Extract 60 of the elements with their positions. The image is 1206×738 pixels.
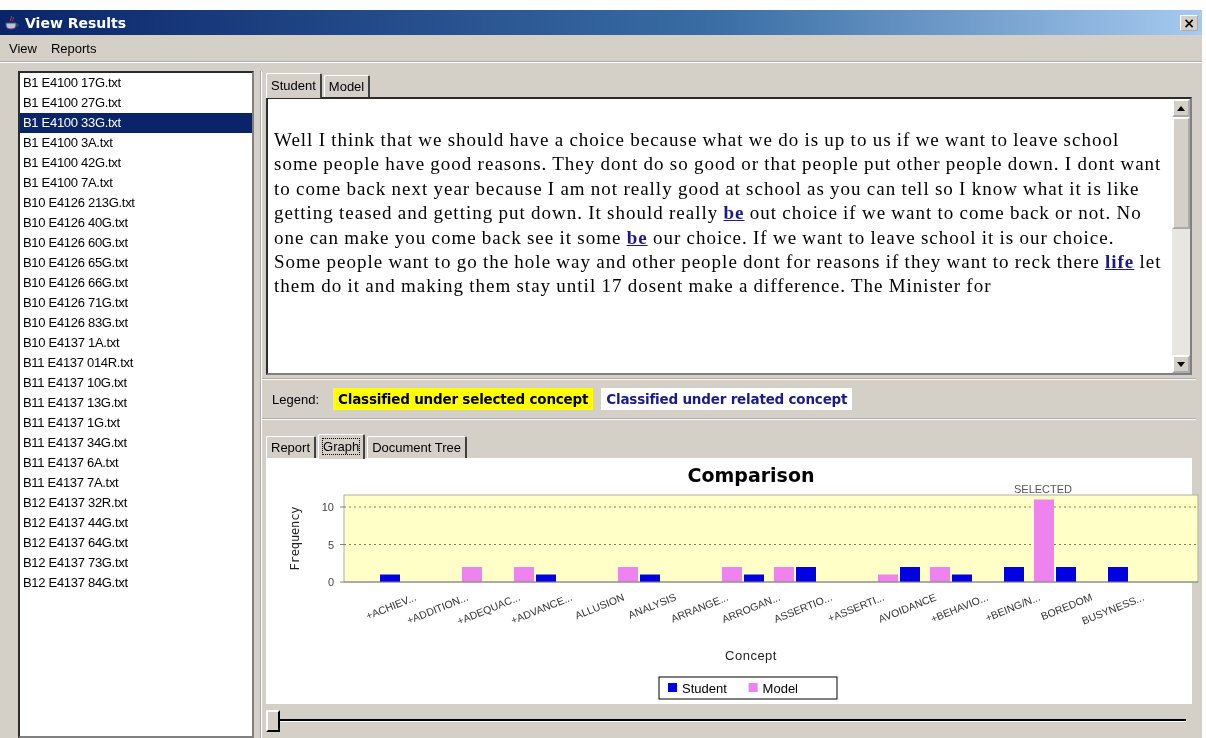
axis-tick-label: 0 [327, 576, 334, 588]
file-list-item[interactable]: B12 E4137 64G.txt [20, 533, 252, 553]
scroll-down-icon [1177, 361, 1185, 367]
slider[interactable] [266, 710, 1186, 732]
menu-item[interactable]: Reports [45, 38, 102, 58]
file-list-item[interactable]: B12 E4137 32R.txt [20, 493, 252, 513]
axis-title: Frequency [288, 506, 302, 571]
file-list-item[interactable]: B10 E4126 65G.txt [20, 253, 252, 273]
legend-label: Legend: [272, 391, 319, 407]
slider-thumb[interactable] [266, 710, 280, 732]
bar [744, 574, 764, 582]
file-list-item[interactable]: B11 E4137 014R.txt [20, 353, 252, 373]
chart-annotation: SELECTED [1013, 483, 1073, 495]
file-list-item[interactable]: B12 E4137 44G.txt [20, 513, 252, 533]
axis-tick-label: 5 [327, 538, 334, 551]
tab[interactable]: Model [323, 75, 371, 97]
axis-tick-label: 10 [321, 501, 334, 513]
tab[interactable]: Graph [318, 434, 366, 459]
file-list-item[interactable]: B1 E4100 17G.txt [20, 73, 252, 93]
file-list-item[interactable]: B12 E4137 84G.txt [20, 573, 252, 593]
menu-item[interactable]: View [4, 38, 42, 58]
file-list-item[interactable]: B1 E4100 27G.txt [20, 93, 252, 113]
file-list-item[interactable]: B11 E4137 34G.txt [20, 433, 252, 453]
file-list-item[interactable]: B11 E4137 7A.txt [20, 473, 252, 493]
legend-label: Student [682, 681, 728, 696]
legend-label: Model [762, 681, 799, 696]
document-text: Well I think that we should have a choice because what we do is up to us if we want to leave school some people have good reasons. They dont do so good or that people put other people down. I dont want to come back next year because I am not really good at school as you can tell so I know what it is like getting teased and getting put down. It should really be out choice if we want to come back or not. No one can make you come back see it some be our choice. If we want to leave school it is our choice. Some people want to go the hole way and other people dont for reasons if they want to reck there life let them do it and making them stay until 17 dosent make a difference. The Minister for [273, 128, 1163, 299]
legend-entry: Classified under related concept [601, 388, 853, 410]
bar [878, 574, 898, 582]
bar [380, 574, 400, 582]
scrollbar[interactable] [1172, 99, 1190, 373]
file-list-item[interactable]: B10 E4137 1A.txt [20, 333, 252, 353]
file-list-item[interactable]: B10 E4126 213G.txt [20, 193, 252, 213]
tab[interactable]: Report [266, 436, 317, 458]
file-list-item[interactable]: B11 E4137 13G.txt [20, 393, 252, 413]
file-list-item[interactable]: B1 E4100 33G.txt [20, 113, 252, 133]
file-list-item[interactable]: B1 E4100 7A.txt [20, 173, 252, 193]
file-list-item[interactable]: B10 E4126 60G.txt [20, 233, 252, 253]
bar [952, 574, 972, 582]
legend-entry: Classified under selected concept [333, 388, 594, 410]
file-list-item[interactable]: B10 E4126 40G.txt [20, 213, 252, 233]
scroll-up-icon [1177, 105, 1185, 111]
file-list-item[interactable]: B11 E4137 1G.txt [20, 413, 252, 433]
coffee-cup-icon [4, 14, 20, 31]
chart-title: Comparison [687, 464, 815, 486]
file-list-item[interactable]: B11 E4137 6A.txt [20, 453, 252, 473]
bar [640, 574, 660, 582]
file-list-item[interactable]: B10 E4126 71G.txt [20, 293, 252, 313]
file-list-item[interactable]: B12 E4137 73G.txt [20, 553, 252, 573]
file-list-item[interactable]: B1 E4100 42G.txt [20, 153, 252, 173]
close-button[interactable]: × [1180, 14, 1198, 31]
tab[interactable]: Document Tree [367, 436, 468, 458]
axis-title: Concept [725, 648, 777, 663]
file-list-item[interactable]: B11 E4137 10G.txt [20, 373, 252, 393]
bar [536, 574, 556, 582]
file-list-item[interactable]: B10 E4126 83G.txt [20, 313, 252, 333]
window-title: View Results [25, 14, 128, 31]
tab[interactable]: Student [266, 73, 322, 98]
file-list-item[interactable]: B10 E4126 66G.txt [20, 273, 252, 293]
file-list-item[interactable]: B1 E4100 3A.txt [20, 133, 252, 153]
